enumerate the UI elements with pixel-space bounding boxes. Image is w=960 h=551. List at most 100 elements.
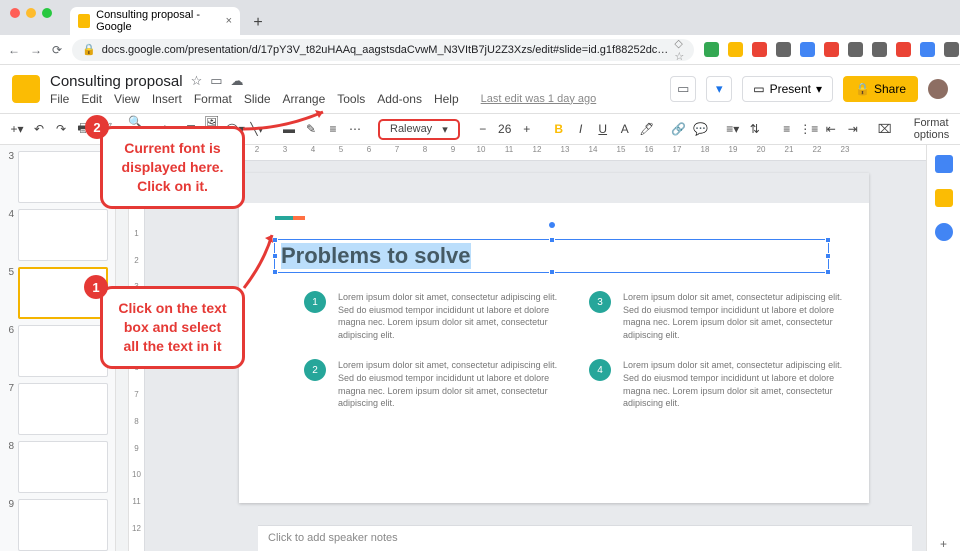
- extension-icon[interactable]: [800, 42, 815, 57]
- extension-icon[interactable]: [728, 42, 743, 57]
- line-spacing-button[interactable]: ⇅: [746, 118, 764, 140]
- resize-handle-se[interactable]: [825, 269, 831, 275]
- menu-add-ons[interactable]: Add-ons: [377, 92, 422, 106]
- menu-arrange[interactable]: Arrange: [283, 92, 326, 106]
- slide-item[interactable]: 2Lorem ipsum dolor sit amet, consectetur…: [304, 359, 559, 409]
- annotation-callout-1: Click on the text box and select all the…: [100, 286, 245, 369]
- move-icon[interactable]: ▭: [210, 73, 222, 89]
- align-button[interactable]: ≡▾: [724, 118, 742, 140]
- decrease-indent-button[interactable]: ⇤: [822, 118, 840, 140]
- slide-thumbnail[interactable]: [18, 499, 108, 551]
- clear-formatting-button[interactable]: ⌧: [876, 118, 894, 140]
- present-button[interactable]: ▭ Present ▾: [742, 76, 833, 102]
- browser-urlbar: ← → ⟳ 🔒 docs.google.com/presentation/d/1…: [0, 35, 960, 65]
- share-button[interactable]: 🔒 Share: [843, 76, 918, 102]
- menu-format[interactable]: Format: [194, 92, 232, 106]
- plus-icon[interactable]: +: [940, 537, 947, 551]
- thumb-number: 8: [4, 441, 14, 493]
- slide-canvas[interactable]: Problems to solve 1Lorem ipsum dolor sit…: [239, 173, 869, 503]
- undo-button[interactable]: ↶: [30, 118, 48, 140]
- highlight-button[interactable]: 🖊: [638, 118, 656, 140]
- new-slide-button[interactable]: +▾: [8, 118, 26, 140]
- extension-icon[interactable]: [896, 42, 911, 57]
- extension-icon[interactable]: [872, 42, 887, 57]
- annotation-arrow-1: [244, 232, 294, 295]
- menu-slide[interactable]: Slide: [244, 92, 271, 106]
- thumb-number: 6: [4, 325, 14, 377]
- slide-item[interactable]: 3Lorem ipsum dolor sit amet, consectetur…: [589, 291, 844, 341]
- minimize-dot[interactable]: [26, 8, 36, 18]
- close-tab-icon[interactable]: ×: [226, 15, 232, 27]
- reload-icon[interactable]: ⟳: [52, 43, 62, 57]
- menu-bar: File Edit View Insert Format Slide Arrange Tool…: [50, 92, 596, 106]
- chevron-down-icon: ▾: [442, 123, 448, 136]
- link-button[interactable]: 🔗: [670, 118, 688, 140]
- bold-button[interactable]: B: [550, 118, 568, 140]
- last-edit[interactable]: Last edit was 1 day ago: [481, 93, 597, 105]
- font-name: Raleway: [390, 123, 432, 135]
- resize-handle-e[interactable]: [825, 253, 831, 259]
- forward-icon[interactable]: →: [30, 43, 42, 57]
- tab-title: Consulting proposal - Google: [96, 9, 219, 33]
- address-bar[interactable]: 🔒 docs.google.com/presentation/d/17pY3V_…: [72, 39, 694, 61]
- resize-handle-ne[interactable]: [825, 237, 831, 243]
- slide-thumbnail[interactable]: [18, 441, 108, 493]
- menu-edit[interactable]: Edit: [81, 92, 102, 106]
- menu-view[interactable]: View: [114, 92, 140, 106]
- format-options-button[interactable]: Format options: [908, 117, 955, 141]
- font-size[interactable]: 26: [496, 118, 514, 140]
- new-tab-button[interactable]: +: [246, 11, 270, 35]
- font-selector[interactable]: Raleway ▾: [378, 119, 460, 140]
- slides-logo[interactable]: [12, 75, 40, 103]
- speaker-notes[interactable]: Click to add speaker notes: [258, 525, 912, 551]
- cloud-status-icon[interactable]: ☁: [231, 73, 244, 89]
- extension-icon[interactable]: [920, 42, 935, 57]
- side-app-icon[interactable]: [935, 223, 953, 241]
- side-app-icon[interactable]: [935, 155, 953, 173]
- resize-handle-s[interactable]: [549, 269, 555, 275]
- slide-thumbnail[interactable]: [18, 325, 108, 377]
- browser-tab[interactable]: Consulting proposal - Google ×: [70, 7, 240, 35]
- theme-bar: [239, 173, 869, 203]
- add-comment-button[interactable]: 💬: [692, 118, 710, 140]
- extension-icon[interactable]: [824, 42, 839, 57]
- redo-button[interactable]: ↷: [52, 118, 70, 140]
- extension-icon[interactable]: [704, 42, 719, 57]
- side-app-icon[interactable]: [935, 189, 953, 207]
- slide-thumbnail[interactable]: [18, 151, 108, 203]
- meet-icon[interactable]: ▭: [670, 76, 696, 102]
- menu-insert[interactable]: Insert: [152, 92, 182, 106]
- italic-button[interactable]: I: [572, 118, 590, 140]
- menu-help[interactable]: Help: [434, 92, 459, 106]
- rotate-handle[interactable]: [549, 222, 555, 228]
- title-textbox[interactable]: Problems to solve: [274, 239, 829, 273]
- star-icon[interactable]: ☆: [191, 73, 203, 89]
- resize-handle-n[interactable]: [549, 237, 555, 243]
- slide-thumbnail[interactable]: [18, 209, 108, 261]
- border-dash-button[interactable]: ⋯: [346, 118, 364, 140]
- slide-item[interactable]: 1Lorem ipsum dolor sit amet, consectetur…: [304, 291, 559, 341]
- account-avatar[interactable]: [928, 79, 948, 99]
- numbered-list-button[interactable]: ≡: [778, 118, 796, 140]
- extension-icon[interactable]: [752, 42, 767, 57]
- comment-icon[interactable]: ▾: [706, 76, 732, 102]
- underline-button[interactable]: U: [594, 118, 612, 140]
- menu-file[interactable]: File: [50, 92, 69, 106]
- extension-icon[interactable]: [848, 42, 863, 57]
- menu-tools[interactable]: Tools: [337, 92, 365, 106]
- text-color-button[interactable]: A: [616, 118, 634, 140]
- slide-thumbnail[interactable]: [18, 383, 108, 435]
- increase-indent-button[interactable]: ⇥: [844, 118, 862, 140]
- slide-item[interactable]: 4Lorem ipsum dolor sit amet, consectetur…: [589, 359, 844, 409]
- document-title[interactable]: Consulting proposal: [50, 73, 183, 90]
- slide-title-text[interactable]: Problems to solve: [281, 243, 471, 269]
- increase-font-button[interactable]: +: [518, 118, 536, 140]
- thumb-number: 3: [4, 151, 14, 203]
- extension-icon[interactable]: [944, 42, 959, 57]
- close-dot[interactable]: [10, 8, 20, 18]
- extension-icon[interactable]: [776, 42, 791, 57]
- bulleted-list-button[interactable]: ⋮≡: [800, 118, 818, 140]
- decrease-font-button[interactable]: −: [474, 118, 492, 140]
- maximize-dot[interactable]: [42, 8, 52, 18]
- back-icon[interactable]: ←: [8, 43, 20, 57]
